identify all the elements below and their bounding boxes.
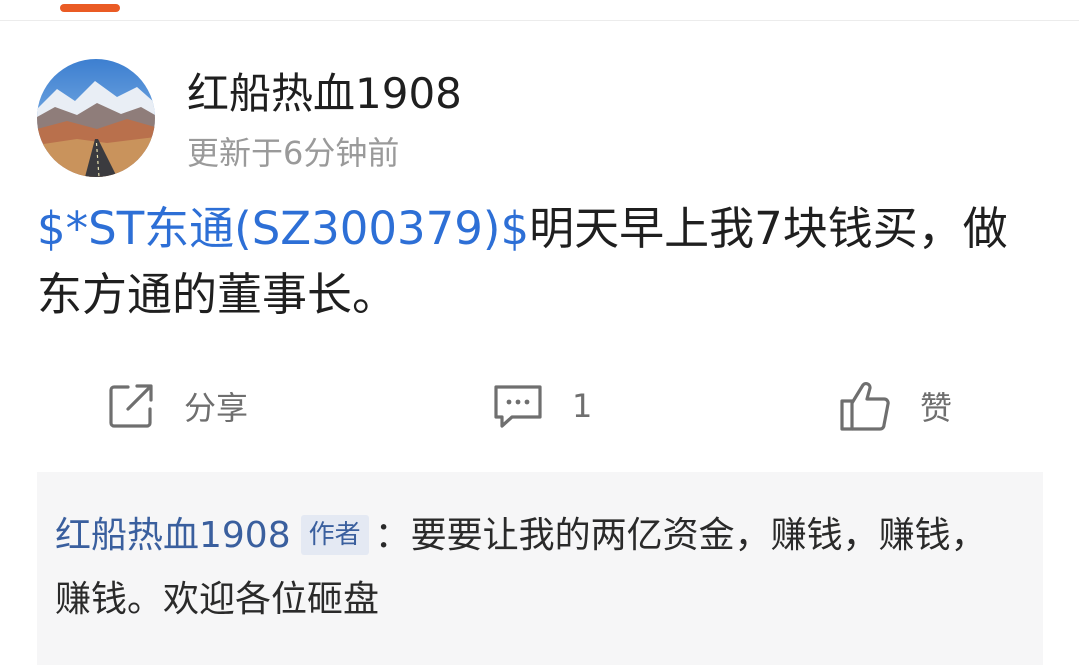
comment-count: 1	[572, 387, 593, 425]
share-label: 分享	[184, 389, 249, 427]
comment-button[interactable]: 1	[490, 378, 592, 434]
top-tab-bar	[0, 0, 1079, 21]
avatar-mountain-road-image	[37, 59, 155, 177]
like-label: 赞	[920, 389, 953, 427]
author-badge: 作者	[300, 515, 369, 555]
post-content: $*ST东通(SZ300379)$明天早上我7块钱买，做东方通的董事长。	[37, 196, 1047, 328]
post-author-name[interactable]: 红船热血1908	[187, 68, 462, 120]
like-button[interactable]: 赞	[838, 378, 952, 434]
stock-link[interactable]: $*ST东通(SZ300379)$	[37, 202, 529, 255]
avatar[interactable]	[37, 59, 155, 177]
share-icon	[106, 381, 156, 431]
comment-icon	[490, 381, 546, 431]
thumbs-up-icon	[838, 379, 894, 433]
share-button[interactable]: 分享	[106, 378, 248, 434]
comment-separator: ：	[374, 515, 411, 556]
comment-preview[interactable]: 红船热血1908 作者 ：要要让我的两亿资金，赚钱，赚钱，赚钱。欢迎各位砸盘	[37, 472, 1043, 665]
comment-item: 红船热血1908 作者 ：要要让我的两亿资金，赚钱，赚钱，赚钱。欢迎各位砸盘	[55, 504, 995, 632]
comment-author-name[interactable]: 红船热血1908	[55, 515, 291, 556]
active-tab-indicator	[60, 4, 120, 12]
post-update-time: 更新于6分钟前	[187, 134, 400, 172]
